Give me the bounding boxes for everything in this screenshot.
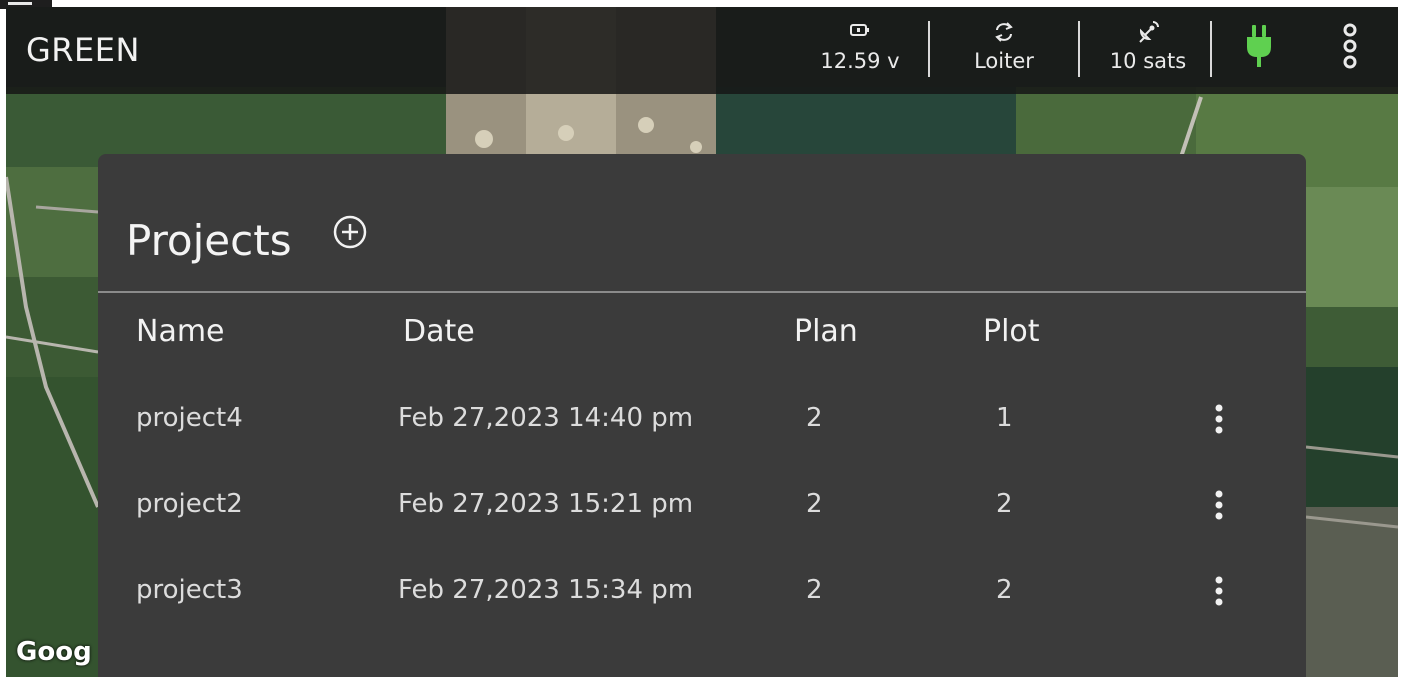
add-circle-icon[interactable] (332, 214, 368, 250)
project-name: project2 (136, 489, 243, 519)
header-divider (98, 291, 1306, 293)
column-header-name[interactable]: Name (136, 314, 225, 349)
vehicle-name[interactable]: GREEN (26, 31, 140, 69)
mode-sync-icon (995, 22, 1013, 42)
row-menu-icon[interactable] (1202, 403, 1236, 437)
flight-mode: Loiter (974, 49, 1034, 73)
battery-icon (850, 24, 869, 36)
status-separator (1210, 21, 1212, 77)
project-plot-count: 2 (996, 489, 1013, 519)
projects-panel: Projects Name Date Plan Plot project4 Fe… (98, 154, 1306, 677)
project-name: project3 (136, 575, 243, 605)
project-date: Feb 27,2023 15:21 pm (398, 489, 694, 519)
battery-voltage: 12.59 v (820, 49, 900, 73)
satellite-count: 10 sats (1109, 49, 1187, 73)
top-status-bar: GREEN 12.59 v Loiter 10 sats (6, 7, 1398, 94)
column-header-date[interactable]: Date (403, 314, 475, 349)
column-header-plot[interactable]: Plot (983, 314, 1040, 349)
panel-title: Projects (126, 216, 292, 265)
battery-status[interactable]: 12.59 v (812, 19, 908, 83)
gps-status[interactable]: 10 sats (1100, 19, 1196, 83)
map-attribution: Goog (16, 637, 92, 667)
row-menu-icon[interactable] (1202, 575, 1236, 609)
project-plan-count: 2 (806, 575, 823, 605)
project-date: Feb 27,2023 14:40 pm (398, 403, 694, 433)
row-menu-icon[interactable] (1202, 489, 1236, 523)
table-row[interactable]: project3 Feb 27,2023 15:34 pm 2 2 (98, 555, 1306, 625)
plug-icon[interactable] (1244, 23, 1274, 69)
status-separator (1078, 21, 1080, 77)
project-plan-count: 2 (806, 403, 823, 433)
satellite-icon (1139, 21, 1159, 43)
column-header-plan[interactable]: Plan (794, 314, 858, 349)
table-row[interactable]: project4 Feb 27,2023 14:40 pm 2 1 (98, 383, 1306, 453)
table-row[interactable]: project2 Feb 27,2023 15:21 pm 2 2 (98, 469, 1306, 539)
project-date: Feb 27,2023 15:34 pm (398, 575, 694, 605)
project-name: project4 (136, 403, 243, 433)
kebab-menu-icon[interactable] (1342, 21, 1358, 73)
project-plan-count: 2 (806, 489, 823, 519)
app-frame: Goog GREEN 12.59 v Loiter 10 sats Projec… (6, 7, 1398, 677)
flight-mode-status[interactable]: Loiter (958, 19, 1050, 83)
status-separator (928, 21, 930, 77)
project-plot-count: 1 (996, 403, 1013, 433)
project-plot-count: 2 (996, 575, 1013, 605)
